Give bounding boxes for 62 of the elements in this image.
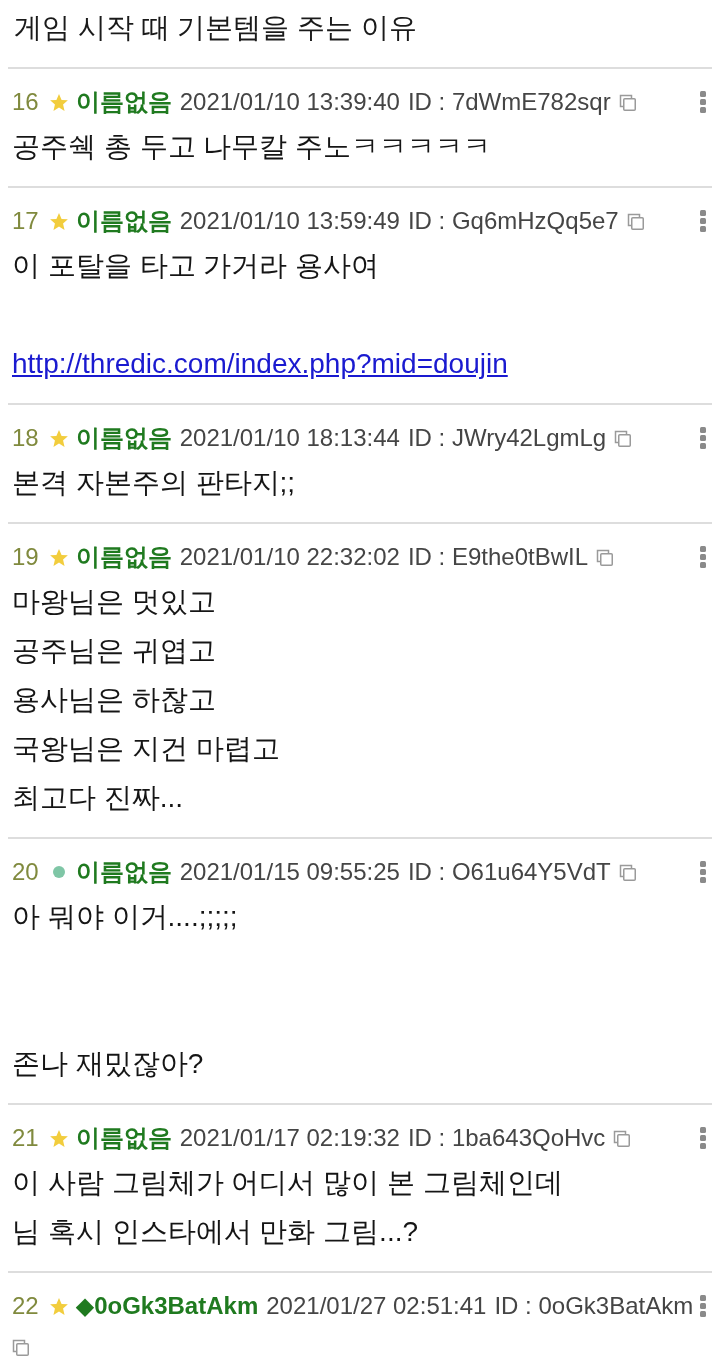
author-id: ID : 7dWmE782sqr bbox=[407, 87, 611, 117]
author-name: ◆0oGk3BatAkm bbox=[75, 1291, 259, 1321]
post-text: 용사님은 하찮고 bbox=[12, 683, 216, 717]
star-icon bbox=[49, 1129, 68, 1147]
copy-icon[interactable] bbox=[618, 863, 636, 881]
post-text: 마왕님은 멋있고 bbox=[12, 585, 216, 619]
post-date: 2021/01/10 13:39:40 bbox=[179, 87, 400, 117]
post-number: 16 bbox=[12, 87, 39, 117]
star-icon bbox=[49, 429, 68, 447]
copy-icon[interactable] bbox=[613, 1129, 631, 1147]
post-date: 2021/01/10 18:13:44 bbox=[179, 423, 400, 453]
more-menu-icon[interactable] bbox=[700, 546, 706, 568]
author-name: 이름없음 bbox=[75, 87, 172, 117]
more-menu-icon[interactable] bbox=[700, 1295, 706, 1317]
author-id: ID : Gq6mHzQq5e7 bbox=[407, 206, 619, 236]
post-date: 2021/01/17 02:19:32 bbox=[179, 1123, 400, 1153]
post-number: 18 bbox=[12, 423, 39, 453]
star-icon bbox=[49, 212, 68, 230]
post-text: 본격 자본주의 판타지;; bbox=[12, 466, 296, 500]
copy-icon[interactable] bbox=[626, 212, 644, 230]
post-text: 님 혹시 인스타에서 만화 그림...? bbox=[12, 1215, 419, 1249]
star-icon bbox=[49, 93, 68, 111]
post-number: 21 bbox=[12, 1123, 39, 1153]
thread-title: 게임 시작 때 기본템을 주는 이유 bbox=[14, 11, 417, 45]
post-date: 2021/01/15 09:55:25 bbox=[179, 857, 400, 887]
post-date: 2021/01/10 22:32:02 bbox=[179, 542, 400, 572]
author-id: ID : 0oGk3BatAkm bbox=[494, 1291, 694, 1321]
more-menu-icon[interactable] bbox=[700, 91, 706, 113]
post-number: 22 bbox=[12, 1291, 39, 1321]
author-name: 이름없음 bbox=[75, 542, 172, 572]
author-id: ID : JWry42LgmLg bbox=[407, 423, 607, 453]
post-link[interactable]: http://thredic.com/index.php?mid=doujin bbox=[12, 339, 508, 388]
post-text: 공주쉑 총 두고 나무칼 주노ㅋㅋㅋㅋㅋ bbox=[12, 130, 492, 164]
post-number: 20 bbox=[12, 857, 39, 887]
author-name: 이름없음 bbox=[75, 206, 172, 236]
author-id: ID : O61u64Y5VdT bbox=[407, 857, 611, 887]
post-number: 17 bbox=[12, 206, 39, 236]
post-text: 공주님은 귀엽고 bbox=[12, 634, 216, 668]
copy-icon[interactable] bbox=[618, 93, 636, 111]
copy-icon[interactable] bbox=[614, 429, 632, 447]
author-id: ID : E9the0tBwIL bbox=[407, 542, 588, 572]
copy-icon[interactable] bbox=[596, 548, 613, 566]
more-menu-icon[interactable] bbox=[700, 861, 706, 883]
post-text: 최고다 진짜... bbox=[12, 781, 184, 815]
author-id: ID : 1ba643QoHvc bbox=[407, 1123, 606, 1153]
post-text: 이 포탈을 타고 가거라 용사여 bbox=[12, 249, 380, 283]
more-menu-icon[interactable] bbox=[700, 427, 706, 449]
post-date: 2021/01/10 13:59:49 bbox=[179, 206, 400, 236]
copy-icon[interactable] bbox=[12, 1339, 29, 1356]
more-menu-icon[interactable] bbox=[700, 1127, 706, 1149]
star-icon bbox=[49, 548, 68, 566]
post-text: 국왕님은 지건 마렵고 bbox=[12, 732, 280, 766]
author-name: 이름없음 bbox=[75, 1123, 172, 1153]
post-text: 존나 재밌잖아? bbox=[12, 1047, 204, 1081]
post-number: 19 bbox=[12, 542, 39, 572]
author-name: 이름없음 bbox=[75, 423, 172, 453]
author-name: 이름없음 bbox=[75, 857, 172, 887]
post-text: 이 사람 그림체가 어디서 많이 본 그림체인데 bbox=[12, 1166, 563, 1200]
post-text: 아 뭐야 이거....;;;;; bbox=[12, 900, 238, 934]
star-icon bbox=[49, 1297, 68, 1315]
more-menu-icon[interactable] bbox=[700, 210, 706, 232]
post-date: 2021/01/27 02:51:41 bbox=[266, 1291, 487, 1321]
